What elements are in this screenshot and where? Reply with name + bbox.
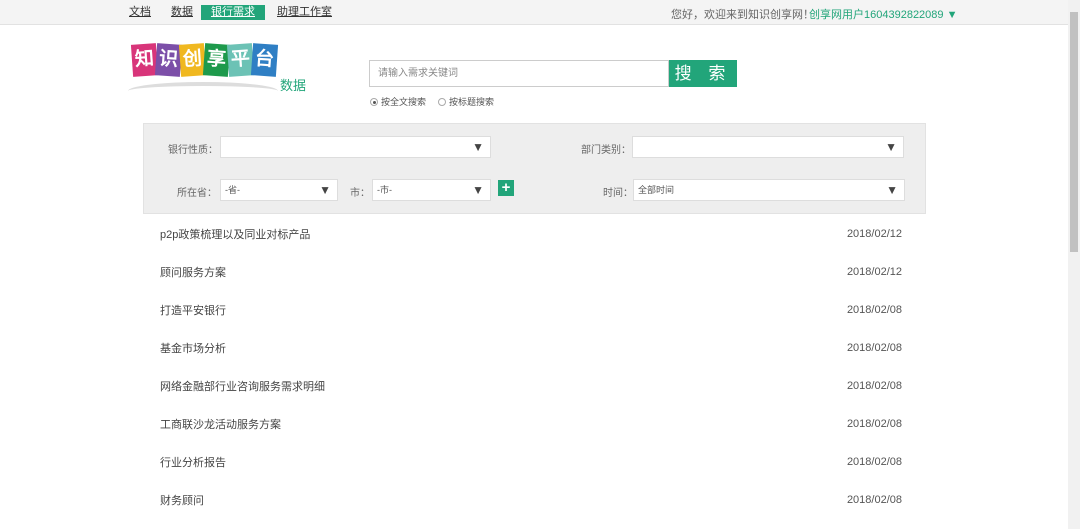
logo-tile: 平 [226, 43, 255, 77]
nav-assistant-studio[interactable]: 助理工作室 [277, 5, 332, 20]
user-menu[interactable]: 创享网用户1604392822089 ▼ [809, 6, 957, 22]
dept-type-label: 部门类别： [581, 145, 631, 156]
time-select[interactable]: 全部时间 ▼ [633, 179, 905, 201]
logo-tile: 知 [130, 43, 159, 77]
item-date: 2018/02/08 [846, 304, 902, 316]
list-item[interactable]: 基金市场分析 2018/02/08 [160, 340, 902, 360]
list-item[interactable]: p2p政策梳理以及同业对标产品 2018/02/12 [160, 226, 902, 246]
select-value: -市- [377, 185, 392, 195]
select-value: 全部时间 [638, 185, 675, 195]
radio-fulltext[interactable]: 按全文搜索 [370, 95, 426, 108]
search-input[interactable]: 请输入需求关键词 [369, 60, 669, 87]
city-label: 市： [350, 188, 370, 199]
item-date: 2018/02/08 [846, 418, 902, 430]
logo-subtitle: 数据 [280, 78, 307, 93]
scrollbar[interactable] [1068, 0, 1080, 529]
logo-tile: 享 [202, 43, 231, 77]
item-date: 2018/02/08 [846, 380, 902, 392]
list-item[interactable]: 行业分析报告 2018/02/08 [160, 454, 902, 474]
dropdown-arrow-icon: ▼ [319, 183, 331, 197]
top-nav: 文档 数据 银行需求 助理工作室 [129, 5, 352, 20]
item-title[interactable]: 顾问服务方案 [160, 267, 226, 279]
radio-checked-icon [370, 98, 378, 106]
select-value: -省- [225, 185, 240, 195]
welcome-text: 您好，欢迎来到知识创享网！ [671, 9, 814, 21]
nav-bank-demand[interactable]: 银行需求 [201, 5, 265, 20]
list-item[interactable]: 工商联沙龙活动服务方案 2018/02/08 [160, 416, 902, 436]
radio-title[interactable]: 按标题搜索 [438, 95, 494, 108]
dept-type-select[interactable]: ▼ [632, 136, 904, 158]
item-title[interactable]: 财务顾问 [160, 495, 204, 507]
list-item[interactable]: 网络金融部行业咨询服务需求明细 2018/02/08 [160, 378, 902, 398]
dropdown-arrow-icon: ▼ [886, 183, 898, 197]
nav-docs[interactable]: 文档 [129, 5, 151, 20]
logo-tile: 台 [250, 43, 279, 77]
logo-book-icon [128, 82, 278, 100]
radio-unchecked-icon [438, 98, 447, 106]
item-title[interactable]: 网络金融部行业咨询服务需求明细 [160, 381, 325, 393]
item-title[interactable]: 行业分析报告 [160, 457, 226, 469]
time-label: 时间： [603, 188, 633, 199]
logo[interactable]: 知识创享平台 [128, 40, 288, 102]
list-item[interactable]: 财务顾问 2018/02/08 [160, 492, 902, 512]
add-icon[interactable]: + [498, 180, 514, 196]
province-label: 所在省： [177, 188, 217, 199]
nav-data[interactable]: 数据 [171, 5, 193, 20]
item-title[interactable]: p2p政策梳理以及同业对标产品 [160, 229, 310, 241]
radio-label: 按全文搜索 [381, 97, 427, 107]
item-date: 2018/02/08 [846, 494, 902, 506]
item-title[interactable]: 基金市场分析 [160, 343, 226, 355]
top-bar: 文档 数据 银行需求 助理工作室 您好，欢迎来到知识创享网！ 创享网用户1604… [0, 0, 1068, 25]
logo-tile: 创 [178, 43, 207, 77]
city-select[interactable]: -市- ▼ [372, 179, 491, 201]
list-item[interactable]: 打造平安银行 2018/02/08 [160, 302, 902, 322]
list-item[interactable]: 顾问服务方案 2018/02/12 [160, 264, 902, 284]
scrollbar-thumb[interactable] [1070, 12, 1078, 252]
item-date: 2018/02/12 [846, 266, 902, 278]
province-select[interactable]: -省- ▼ [220, 179, 338, 201]
item-title[interactable]: 工商联沙龙活动服务方案 [160, 419, 281, 431]
item-title[interactable]: 打造平安银行 [160, 305, 226, 317]
dropdown-arrow-icon: ▼ [472, 140, 484, 154]
logo-tile: 识 [154, 43, 183, 77]
bank-type-select[interactable]: ▼ [220, 136, 491, 158]
dropdown-arrow-icon: ▼ [885, 140, 897, 154]
item-date: 2018/02/12 [846, 228, 902, 240]
item-date: 2018/02/08 [846, 342, 902, 354]
search-button[interactable]: 搜 索 [669, 60, 737, 87]
radio-label: 按标题搜索 [449, 97, 495, 107]
bank-type-label: 银行性质： [168, 145, 218, 156]
item-date: 2018/02/08 [846, 456, 902, 468]
dropdown-arrow-icon: ▼ [472, 183, 484, 197]
